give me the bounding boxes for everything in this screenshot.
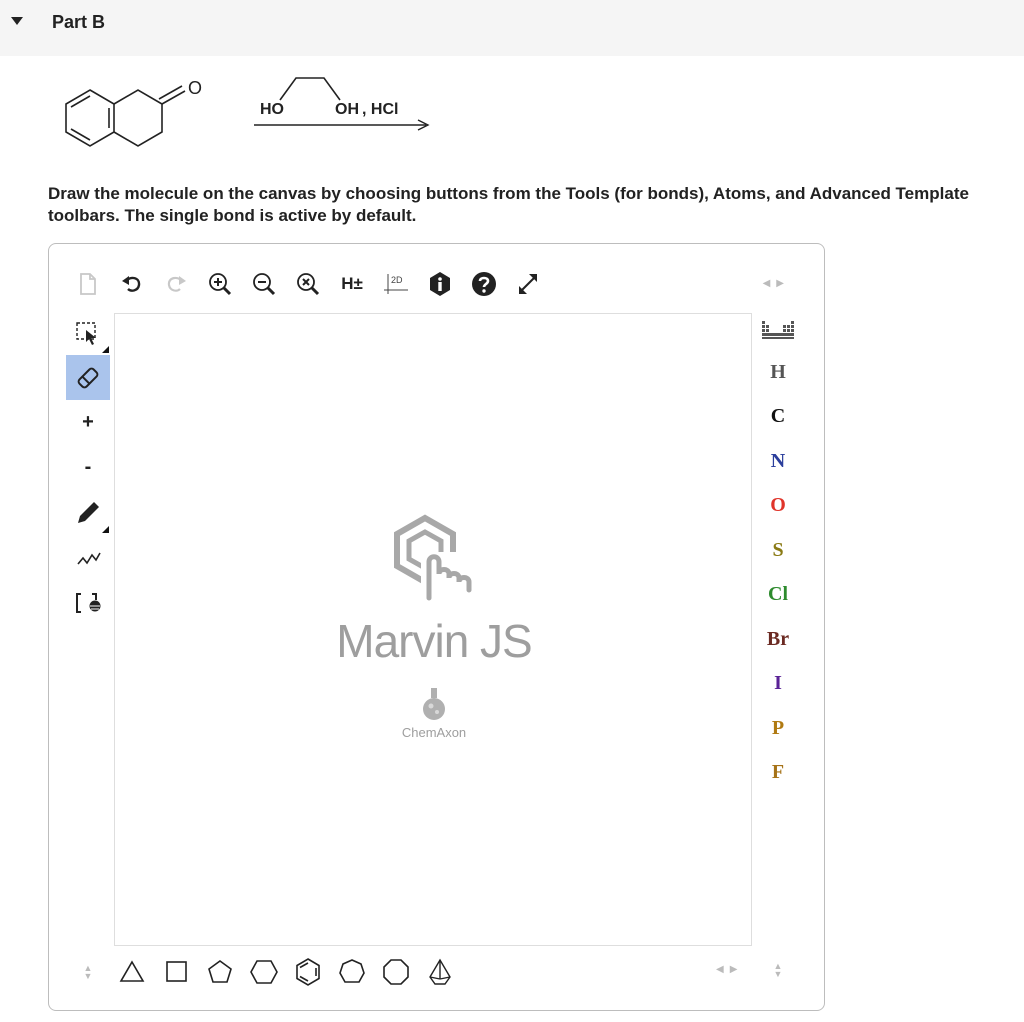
benzene-icon [296,957,320,986]
atom-button-p[interactable]: P [752,706,804,751]
hexagon-icon [250,959,278,984]
reagent-hcl-label: , HCl [362,101,398,118]
atom-button-br[interactable]: Br [752,617,804,662]
chemaxon-label: ChemAxon [401,725,467,740]
zoom-out-icon [253,273,276,296]
atom-button-s[interactable]: S [752,528,804,573]
clean-2d-button[interactable]: 2D [374,262,418,306]
drawing-canvas[interactable]: Marvin JS ChemAxon [114,313,752,946]
pencil-icon [78,501,99,523]
atom-button-c[interactable]: C [752,395,804,440]
periodic-table-button[interactable] [752,310,804,350]
square-icon [166,960,187,982]
undo-icon [122,276,141,292]
fullscreen-icon [519,274,537,294]
zoom-in-button[interactable] [198,262,242,306]
ethylene-glycol-structure [279,77,341,101]
zoom-in-icon [209,273,232,296]
atom-button-cl[interactable]: Cl [752,573,804,618]
marvin-logo: Marvin JS ChemAxon [115,314,753,947]
reagent-ho-label: HO [260,101,284,118]
zoom-reset-button[interactable] [286,262,330,306]
triangle-icon [119,959,145,982]
marvin-editor: H± 2D ◀▶ + - Marvin JS ChemAxon H C N O … [66,258,804,993]
template-cyclopropane[interactable] [110,952,154,992]
carbonyl-oxygen-label: O [188,78,202,98]
atom-button-i[interactable]: I [752,662,804,707]
templates-scroll-arrows[interactable]: ◀▶ [716,964,743,975]
part-header[interactable]: Part B [0,0,1024,56]
atoms-toolbar: H C N O S Cl Br I P F [752,310,804,795]
chain-tool-button[interactable] [66,535,110,580]
reagent-oh-label: OH [335,101,359,118]
increase-charge-button[interactable]: + [66,400,110,445]
templates-group-scroll-button[interactable]: ▲ ▼ [756,950,800,990]
chain-icon [77,552,101,565]
zoom-reset-icon [297,273,320,296]
templates-scroll-button[interactable]: ▲ ▼ [66,952,110,992]
templates-toolbar: ▲ ▼ ◀▶ ▲ ▼ [66,950,804,993]
minus-label: - [84,456,92,478]
redo-icon [167,276,186,292]
redo-button[interactable] [154,262,198,306]
chemaxon-flask-icon [423,688,445,720]
atom-button-n[interactable]: N [752,439,804,484]
instructions-text: Draw the molecule on the canvas by choos… [48,184,969,225]
tetralone-structure [65,85,186,147]
template-cycloheptane[interactable] [330,952,374,992]
template-cyclohexane[interactable] [242,952,286,992]
info-icon [430,272,450,296]
atom-button-o[interactable]: O [752,484,804,529]
bond-more-indicator [102,526,109,533]
erase-tool-button[interactable] [66,355,110,400]
fullscreen-button[interactable] [506,262,550,306]
undo-button[interactable] [110,262,154,306]
atom-button-h[interactable]: H [752,350,804,395]
eraser-icon [77,367,99,388]
top-toolbar: H± 2D ◀▶ [66,258,804,310]
zoom-out-button[interactable] [242,262,286,306]
clean-2d-icon: 2D [384,274,408,294]
marvin-js-title: Marvin JS [336,615,532,667]
octagon-icon [383,958,409,985]
single-bond-tool-button[interactable] [66,490,110,535]
help-icon [472,272,496,296]
left-toolbar: + - [66,310,112,625]
hydrogens-label: H± [341,274,363,293]
bicyclo-icon [429,958,451,985]
svg-text:2D: 2D [391,275,403,285]
decrease-charge-button[interactable]: - [66,445,110,490]
periodic-table-icon [762,321,794,339]
marvin-hexagon-icon [394,514,472,601]
plus-label: + [82,411,94,433]
template-cyclooctane[interactable] [374,952,418,992]
pentagon-icon [208,959,232,983]
select-more-indicator [102,346,109,353]
template-benzene[interactable] [286,952,330,992]
atom-list: H C N O S Cl Br I P F [752,350,804,795]
bracket-tool-button[interactable] [66,580,110,625]
top-toolbar-scroll-arrows[interactable]: ◀▶ [763,278,790,289]
template-cyclopentane[interactable] [198,952,242,992]
info-button[interactable] [418,262,462,306]
new-document-button[interactable] [66,262,110,306]
new-document-icon [80,273,96,295]
help-button[interactable] [462,262,506,306]
heptagon-icon [339,958,365,983]
atom-button-f[interactable]: F [752,751,804,796]
part-title: Part B [52,12,106,32]
template-cyclobutane[interactable] [154,952,198,992]
select-tool-button[interactable] [66,310,110,355]
reaction-scheme: O HO OH , HCl [40,70,460,180]
collapse-caret-icon[interactable] [11,17,23,25]
select-icon [76,321,96,345]
bracket-icon [76,592,101,613]
hydrogens-button[interactable]: H± [330,262,374,306]
template-bicyclo[interactable] [418,952,462,992]
